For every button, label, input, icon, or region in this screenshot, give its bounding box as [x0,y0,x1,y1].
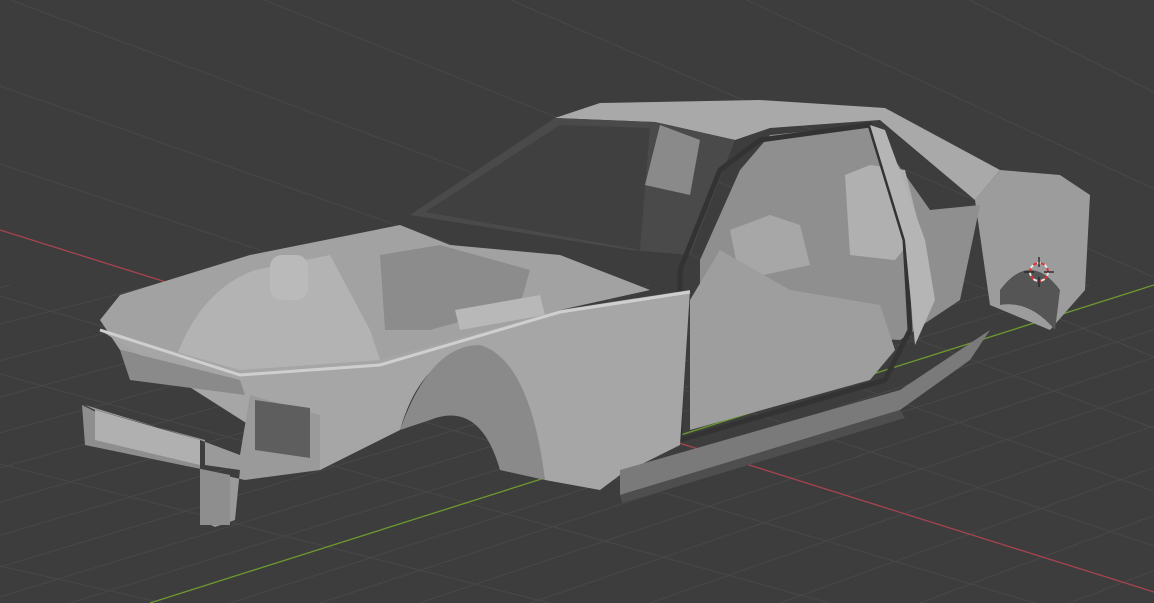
3d-viewport[interactable] [0,0,1154,603]
